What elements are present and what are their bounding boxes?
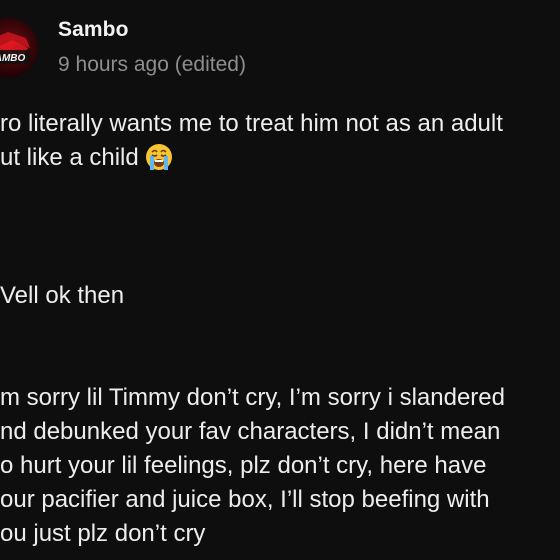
comment-line: our pacifier and juice box, I’ll stop be… xyxy=(0,486,490,513)
comment-line: ut like a child xyxy=(0,144,139,171)
comment-timestamp[interactable]: 9 hours ago (edited) xyxy=(58,53,246,77)
comment-line: o hurt your lil feelings, plz don’t cry,… xyxy=(0,452,487,479)
comment-paragraph: ro literally wants me to treat him not a… xyxy=(0,107,503,181)
comment-line: m sorry lil Timmy don’t cry, I’m sorry i… xyxy=(0,384,505,411)
comment-line: ou just plz don’t cry xyxy=(0,520,206,547)
comment-paragraph: Vell ok then xyxy=(0,279,124,313)
avatar-logo-icon: AMBO xyxy=(0,32,30,64)
comment-line-with-emoji: ut like a child xyxy=(0,141,503,181)
comment-line: nd debunked your fav characters, I didn’… xyxy=(0,418,501,445)
avatar-logo-text: AMBO xyxy=(0,53,25,64)
loudly-crying-face-icon xyxy=(145,143,173,181)
avatar[interactable]: AMBO xyxy=(0,18,38,78)
comment-line: ro literally wants me to treat him not a… xyxy=(0,110,503,137)
comment-paragraph: m sorry lil Timmy don’t cry, I’m sorry i… xyxy=(0,381,505,551)
comment-line: Vell ok then xyxy=(0,282,125,309)
author-name[interactable]: Sambo xyxy=(58,18,129,42)
